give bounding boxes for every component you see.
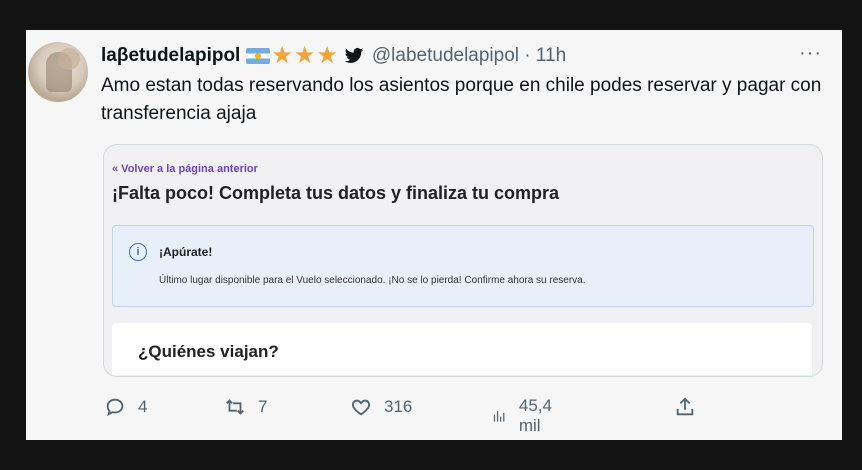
tweet-text: Amo estan todas reservando los asientos … — [101, 75, 822, 124]
retweet-button[interactable]: 7 — [224, 396, 267, 418]
back-link: « Volver a la página anterior — [112, 163, 258, 175]
twitter-bird-icon — [344, 46, 364, 66]
attached-image[interactable]: « Volver a la página anterior ¡Falta poc… — [103, 144, 823, 377]
page-title: ¡Falta poco! Completa tus datos y finali… — [112, 183, 560, 203]
retweet-icon — [226, 399, 244, 415]
like-button[interactable]: 316 — [350, 396, 412, 418]
alert-title: ¡Apúrate! — [159, 245, 213, 259]
avatar[interactable] — [28, 42, 88, 102]
like-count: 316 — [384, 397, 413, 416]
retweet-count: 7 — [258, 397, 268, 416]
handle-and-time[interactable]: @labetudelapipol · 11h — [372, 45, 566, 67]
urgency-alert: i ¡Apúrate! Último lugar disponible para… — [112, 225, 814, 307]
section-title: ¿Quiénes viajan? — [138, 342, 279, 361]
more-options-button[interactable]: ··· — [799, 42, 822, 65]
argentina-flag-icon — [246, 48, 271, 64]
tweet-card: laβetudelapipol ★ ★ ★ @labetudelapipol ·… — [26, 30, 842, 440]
reply-count: 4 — [138, 397, 148, 416]
share-button[interactable] — [674, 396, 708, 418]
display-name[interactable]: laβetudelapipol — [101, 45, 240, 67]
views-count: 45,4 mil — [518, 396, 552, 435]
heart-icon — [351, 399, 371, 416]
alert-text: Último lugar disponible para el Vuelo se… — [159, 275, 586, 286]
views-icon — [493, 411, 505, 422]
star-icon: ★ — [316, 42, 338, 69]
travelers-section: ¿Quiénes viajan? — [112, 323, 812, 375]
tweet-header: laβetudelapipol ★ ★ ★ @labetudelapipol ·… — [101, 42, 822, 69]
share-icon — [676, 397, 694, 416]
reply-icon — [106, 398, 124, 417]
star-icon: ★ — [293, 42, 316, 69]
star-icon: ★ — [271, 42, 293, 69]
views-button[interactable]: 45,4 mil — [492, 396, 559, 436]
reply-button[interactable]: 4 — [104, 396, 147, 418]
info-icon: i — [129, 243, 147, 261]
